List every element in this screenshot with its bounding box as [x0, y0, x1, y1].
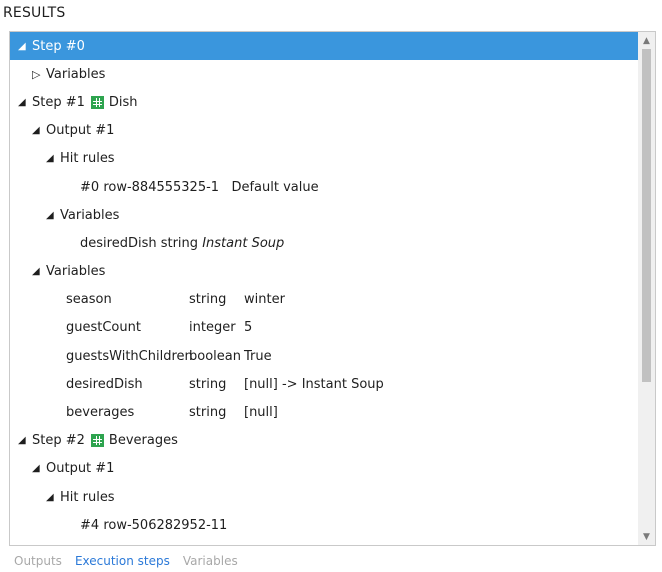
expanded-triangle-icon[interactable]: [32, 463, 46, 474]
tree-row-step-1-variables[interactable]: Variables: [10, 258, 638, 286]
tab-outputs[interactable]: Outputs: [14, 554, 62, 568]
variable-value: True: [244, 348, 272, 364]
expanded-triangle-icon[interactable]: [18, 41, 32, 52]
tree-row-step-1[interactable]: Step #1 Dish: [10, 88, 638, 116]
variable-row[interactable]: beverages string [null]: [10, 398, 638, 426]
tree-row-hit-rule[interactable]: #0 row-884555325-1 Default value: [10, 173, 638, 201]
variable-row[interactable]: guestsWithChildren boolean True: [10, 342, 638, 370]
tree-row-step-0-variables[interactable]: Variables: [10, 60, 638, 88]
scrollbar-thumb[interactable]: [642, 49, 651, 382]
output-label: Output #1: [46, 461, 115, 477]
tree-row-hit-rule[interactable]: #4 row-506282952-11: [10, 511, 638, 539]
variable-value: [null]: [244, 405, 278, 421]
step-label: Step #1: [32, 94, 85, 110]
variable-row[interactable]: guestCount integer 5: [10, 314, 638, 342]
decision-table-name: Beverages: [108, 433, 178, 449]
variable-value: [null] -> Instant Soup: [244, 376, 384, 392]
rule-row: row-506282952-11: [103, 517, 228, 533]
variable-name: beverages: [66, 405, 135, 421]
expanded-triangle-icon[interactable]: [18, 97, 32, 108]
hit-rules-label: Hit rules: [60, 489, 115, 505]
variable-type: string: [160, 235, 199, 251]
tree-row-step-1-hit-rules[interactable]: Hit rules: [10, 145, 638, 173]
variable-type: string: [189, 292, 227, 308]
variable-name: guestsWithChildren: [66, 348, 193, 364]
collapsed-triangle-icon[interactable]: [32, 68, 46, 81]
vertical-scrollbar[interactable]: ▲ ▼: [638, 32, 655, 545]
expanded-triangle-icon[interactable]: [18, 435, 32, 446]
variables-label: Variables: [60, 207, 120, 223]
output-label: Output #1: [46, 123, 115, 139]
expanded-triangle-icon[interactable]: [46, 210, 60, 221]
expanded-triangle-icon[interactable]: [32, 125, 46, 136]
tab-execution-steps[interactable]: Execution steps: [75, 554, 170, 568]
expanded-triangle-icon[interactable]: [46, 153, 60, 164]
rule-row: row-884555325-1: [103, 179, 220, 195]
variable-type: integer: [189, 320, 236, 336]
step-label: Step #0: [32, 38, 85, 54]
variables-label: Variables: [46, 66, 106, 82]
scroll-down-arrow-icon[interactable]: ▼: [638, 528, 655, 545]
decision-table-name: Dish: [108, 94, 138, 110]
results-header: RESULTS: [3, 5, 66, 21]
variable-row[interactable]: season string winter: [10, 286, 638, 314]
decision-table-icon: [90, 95, 104, 109]
expanded-triangle-icon[interactable]: [46, 492, 60, 503]
tree-row-step-2-output[interactable]: Output #1: [10, 455, 638, 483]
variable-type: string: [189, 405, 227, 421]
execution-tree: Step #0 Variables Step #1 Dish Output #1: [10, 32, 638, 539]
variable-name: guestCount: [66, 320, 141, 336]
tree-row-step-2-hit-rules[interactable]: Hit rules: [10, 483, 638, 511]
variable-name: desiredDish: [66, 376, 143, 392]
tree-row-step-1-output-variables[interactable]: Variables: [10, 201, 638, 229]
step-label: Step #2: [32, 433, 85, 449]
tree-row-step-2[interactable]: Step #2 Beverages: [10, 427, 638, 455]
variable-value: Instant Soup: [202, 235, 285, 251]
variable-value: winter: [244, 292, 285, 308]
expanded-triangle-icon[interactable]: [32, 266, 46, 277]
variable-row[interactable]: desiredDish string [null] -> Instant Sou…: [10, 370, 638, 398]
rule-id: #4: [80, 517, 100, 533]
rule-value: Default value: [231, 179, 319, 195]
tree-row-output-variable[interactable]: desiredDish string Instant Soup: [10, 229, 638, 257]
variable-type: boolean: [189, 348, 241, 364]
variable-name: season: [66, 292, 112, 308]
results-tabs: Outputs Execution steps Variables: [14, 554, 238, 568]
rule-id: #0: [80, 179, 100, 195]
tree-row-step-0[interactable]: Step #0: [10, 32, 638, 61]
tab-variables[interactable]: Variables: [183, 554, 238, 568]
hit-rules-label: Hit rules: [60, 151, 115, 167]
tree-row-step-1-output[interactable]: Output #1: [10, 117, 638, 145]
variable-value: 5: [244, 320, 253, 336]
variables-label: Variables: [46, 264, 106, 280]
variable-type: string: [189, 376, 227, 392]
scroll-up-arrow-icon[interactable]: ▲: [638, 32, 655, 49]
decision-table-icon: [90, 434, 104, 448]
variable-name: desiredDish: [80, 235, 157, 251]
results-tree-panel: Step #0 Variables Step #1 Dish Output #1: [9, 31, 656, 546]
